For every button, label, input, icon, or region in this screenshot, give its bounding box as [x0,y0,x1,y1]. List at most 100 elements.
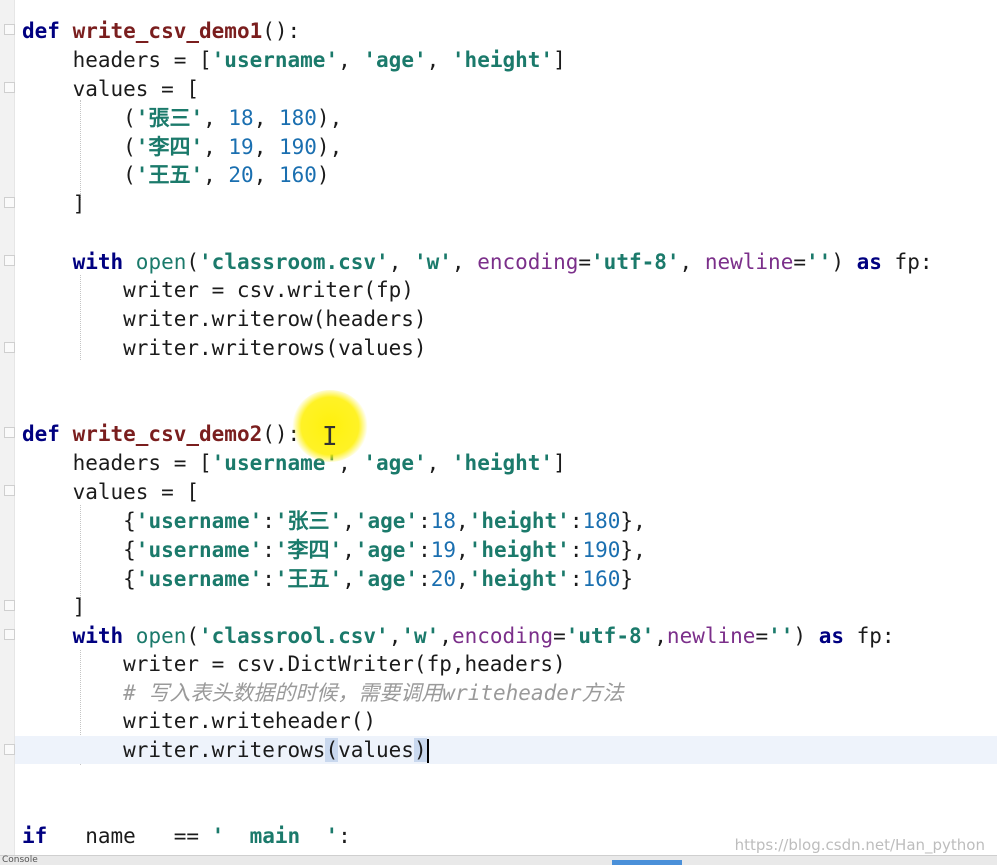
code-line[interactable]: def write_csv_demo1(): [22,17,300,45]
code-token: fp: [843,624,895,648]
code-token: 'age' [354,509,419,533]
code-token: , [456,567,469,591]
text-caret [426,739,429,763]
code-token: , [203,106,229,130]
fold-marker-icon[interactable] [4,197,15,208]
code-token: with [22,250,136,274]
code-token: newline [704,250,794,274]
fold-marker-icon[interactable] [4,255,15,266]
fold-marker-icon[interactable] [4,342,15,353]
code-token: }, [620,509,646,533]
code-token: write_csv_demo2 [72,422,263,446]
fold-marker-icon[interactable] [4,427,15,438]
code-token: 'height' [468,509,570,533]
bottom-accent-bar [612,860,682,865]
code-token: = [793,250,807,274]
code-token: 'username' [135,509,263,533]
fold-marker-icon[interactable] [4,24,15,35]
code-token: ( [186,250,200,274]
code-token: encoding [477,250,579,274]
code-line[interactable]: def write_csv_demo2(): [22,420,300,448]
code-token: ( [186,624,200,648]
code-token: ' main ' [211,824,339,848]
code-token: (): [262,422,301,446]
code-line[interactable]: headers = ['username', 'age', 'height'] [22,449,566,477]
code-token: , [342,538,355,562]
ibeam-cursor-icon: I [322,422,338,452]
code-token: writer.writerows [22,738,326,762]
code-token: , [451,250,478,274]
code-token: ( [22,163,136,187]
code-token: }, [620,538,646,562]
code-token: { [22,538,136,562]
code-line[interactable]: if name == ' main ': [22,822,351,850]
code-token: = [553,624,566,648]
code-token: fp: [881,250,933,274]
fold-marker-icon[interactable] [4,485,15,496]
code-token: '王五' [274,567,343,591]
bottom-toolbar [0,855,997,865]
code-line[interactable]: ('張三', 18, 180), [22,104,342,132]
code-token: 19 [228,135,254,159]
code-token: , [388,624,402,648]
code-line[interactable]: writer.writerow(headers) [22,305,427,333]
code-token: 'classroom.csv' [199,250,389,274]
code-token: 'w' [413,250,452,274]
code-token: , [388,250,414,274]
code-line[interactable]: ('李四', 19, 190), [22,133,342,161]
code-token: , [203,135,229,159]
code-token: , [203,163,229,187]
code-token: , [426,451,452,475]
code-token: ] [22,192,86,216]
code-line[interactable]: writer = csv.DictWriter(fp,headers) [22,650,566,678]
code-token: ( [22,106,136,130]
code-line[interactable]: ('王五', 20, 160) [22,161,329,189]
code-line[interactable]: ] [22,190,86,218]
code-token: 20 [228,163,254,187]
code-token: , [456,509,469,533]
code-token: 'age' [363,451,427,475]
code-line[interactable]: values = [ [22,478,199,506]
code-token: 18 [430,509,457,533]
watermark: https://blog.csdn.net/Han_python [734,836,985,854]
code-token: writer.writeheader() [22,709,377,733]
code-line[interactable]: writer.writerows(values) [22,736,429,764]
code-line[interactable]: values = [ [22,75,199,103]
code-line[interactable]: {'username':'王五','age':20,'height':160} [22,565,633,593]
code-line[interactable]: with open('classroom.csv', 'w', encoding… [22,248,933,276]
code-token: : [569,509,583,533]
code-token: 20 [430,567,457,591]
code-token: values = [ [22,77,200,101]
code-token: if [22,824,60,848]
code-line[interactable]: # 写入表头数据的时候，需要调用writeheader方法 [22,679,623,707]
code-line[interactable]: with open('classrool.csv','w',encoding='… [22,622,895,650]
code-token: , [679,250,705,274]
code-token: ( [325,738,339,762]
code-line[interactable]: writer.writeheader() [22,707,376,735]
code-token: writer.writerow(headers) [22,307,427,331]
code-token: , [439,624,452,648]
code-line[interactable]: {'username':'李四','age':19,'height':190}, [22,536,646,564]
code-line[interactable]: writer.writerows(values) [22,334,426,362]
code-token: : [418,567,431,591]
code-editor[interactable]: def write_csv_demo1(): headers = ['usern… [0,0,997,865]
code-token: name == [59,824,212,848]
console-tab[interactable]: Console [0,855,38,865]
fold-marker-icon[interactable] [4,82,15,93]
code-line[interactable]: {'username':'张三','age':18,'height':180}, [22,507,646,535]
code-line[interactable]: writer = csv.writer(fp) [22,276,414,304]
code-token: encoding [451,624,554,648]
code-token: '張三' [135,106,204,130]
code-token: 'utf-8' [565,624,655,648]
code-token: , [253,163,279,187]
code-line[interactable]: ] [22,593,86,621]
code-line[interactable]: headers = ['username', 'age', 'height'] [22,46,566,74]
fold-marker-icon[interactable] [4,629,15,640]
code-token: ( [22,135,136,159]
fold-marker-icon[interactable] [4,744,15,755]
code-token: : [262,538,275,562]
code-token: , [654,624,667,648]
code-token: newline [666,624,756,648]
code-token: as [818,624,844,648]
fold-marker-icon[interactable] [4,600,15,611]
